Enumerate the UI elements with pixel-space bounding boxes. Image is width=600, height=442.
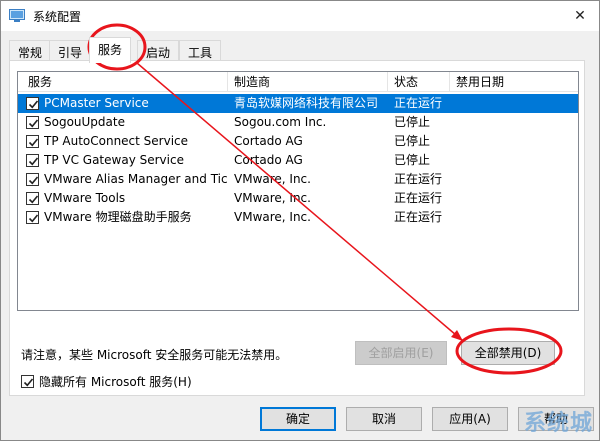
service-status: 已停止	[394, 115, 431, 129]
service-status: 正在运行	[394, 96, 443, 110]
close-icon: ✕	[574, 8, 586, 24]
service-name: VMware 物理磁盘助手服务	[44, 210, 192, 224]
service-manufacturer: Cortado AG	[234, 153, 303, 167]
window-title: 系统配置	[33, 10, 82, 24]
column-header-manufacturer[interactable]: 制造商	[228, 72, 388, 92]
service-disabled-date	[456, 94, 576, 113]
cancel-button[interactable]: 取消	[346, 407, 422, 431]
service-status: 正在运行	[394, 210, 443, 224]
tab-startup[interactable]: 启动	[137, 40, 180, 62]
tab-tools[interactable]: 工具	[179, 40, 222, 62]
service-name: VMware Alias Manager and Tick...	[44, 172, 228, 186]
service-row[interactable]: VMware Alias Manager and Tick... VMware, …	[18, 170, 578, 189]
service-checkbox[interactable]	[26, 211, 39, 224]
service-row[interactable]: SogouUpdate Sogou.com Inc. 已停止	[18, 113, 578, 132]
column-header-disabled-date[interactable]: 禁用日期	[450, 72, 578, 92]
service-row[interactable]: VMware 物理磁盘助手服务 VMware, Inc. 正在运行	[18, 208, 578, 227]
checkbox-checked-icon	[28, 157, 39, 166]
column-header-service[interactable]: 服务	[22, 72, 228, 92]
service-status: 已停止	[394, 134, 431, 148]
close-button[interactable]: ✕	[567, 4, 593, 28]
watermark-logo: 系统城	[523, 411, 593, 436]
service-manufacturer: Cortado AG	[234, 134, 303, 148]
service-checkbox[interactable]	[26, 173, 39, 186]
service-checkbox[interactable]	[26, 154, 39, 167]
tab-boot[interactable]: 引导	[49, 40, 92, 62]
service-status: 正在运行	[394, 172, 443, 186]
security-note: 请注意，某些 Microsoft 安全服务可能无法禁用。	[21, 348, 288, 362]
title-bar: 系统配置 ✕	[1, 1, 599, 31]
service-manufacturer: VMware, Inc.	[234, 172, 311, 186]
tab-general[interactable]: 常规	[9, 40, 52, 62]
ok-button[interactable]: 确定	[260, 407, 336, 431]
service-row[interactable]: PCMaster Service 青岛软媒网络科技有限公司 正在运行	[18, 94, 578, 113]
service-disabled-date	[456, 170, 576, 189]
service-manufacturer: VMware, Inc.	[234, 210, 311, 224]
service-checkbox[interactable]	[26, 116, 39, 129]
service-disabled-date	[456, 113, 576, 132]
service-status: 正在运行	[394, 191, 443, 205]
checkbox-checked-icon	[28, 214, 39, 223]
service-disabled-date	[456, 208, 576, 227]
service-disabled-date	[456, 132, 576, 151]
service-checkbox[interactable]	[26, 97, 39, 110]
service-name: VMware Tools	[44, 191, 126, 205]
service-name: PCMaster Service	[44, 96, 149, 110]
services-list[interactable]: 服务 制造商 状态 禁用日期 PCMaster Service 青岛软媒网络科技有…	[17, 71, 579, 311]
checkbox-checked-icon	[28, 176, 39, 185]
checkbox-checked-icon	[28, 100, 39, 109]
hide-ms-checkbox[interactable]	[21, 375, 34, 388]
service-checkbox[interactable]	[26, 135, 39, 148]
service-manufacturer: 青岛软媒网络科技有限公司	[234, 96, 379, 110]
service-manufacturer: Sogou.com Inc.	[234, 115, 327, 129]
service-row[interactable]: VMware Tools VMware, Inc. 正在运行	[18, 189, 578, 208]
service-name: TP VC Gateway Service	[44, 153, 184, 167]
tab-services[interactable]: 服务	[89, 37, 132, 63]
apply-button[interactable]: 应用(A)	[432, 407, 508, 431]
service-manufacturer: VMware, Inc.	[234, 191, 311, 205]
disable-all-button[interactable]: 全部禁用(D)	[461, 341, 555, 365]
system-config-icon	[9, 9, 25, 23]
checkbox-checked-icon	[28, 138, 39, 147]
checkbox-checked-icon	[28, 119, 39, 128]
system-config-window: 系统配置 ✕ 常规 引导 服务 启动 工具 服务 制造商 状态 禁用日期 PCM…	[0, 0, 600, 441]
service-disabled-date	[456, 189, 576, 208]
enable-all-button[interactable]: 全部启用(E)	[355, 341, 447, 365]
hide-ms-label: 隐藏所有 Microsoft 服务(H)	[39, 375, 192, 389]
service-checkbox[interactable]	[26, 192, 39, 205]
service-row[interactable]: TP VC Gateway Service Cortado AG 已停止	[18, 151, 578, 170]
service-row[interactable]: TP AutoConnect Service Cortado AG 已停止	[18, 132, 578, 151]
column-header-status[interactable]: 状态	[388, 72, 450, 92]
service-status: 已停止	[394, 153, 431, 167]
service-name: TP AutoConnect Service	[44, 134, 189, 148]
service-disabled-date	[456, 151, 576, 170]
service-name: SogouUpdate	[44, 115, 125, 129]
checkbox-checked-icon	[28, 195, 39, 204]
list-header: 服务 制造商 状态 禁用日期	[18, 72, 578, 92]
